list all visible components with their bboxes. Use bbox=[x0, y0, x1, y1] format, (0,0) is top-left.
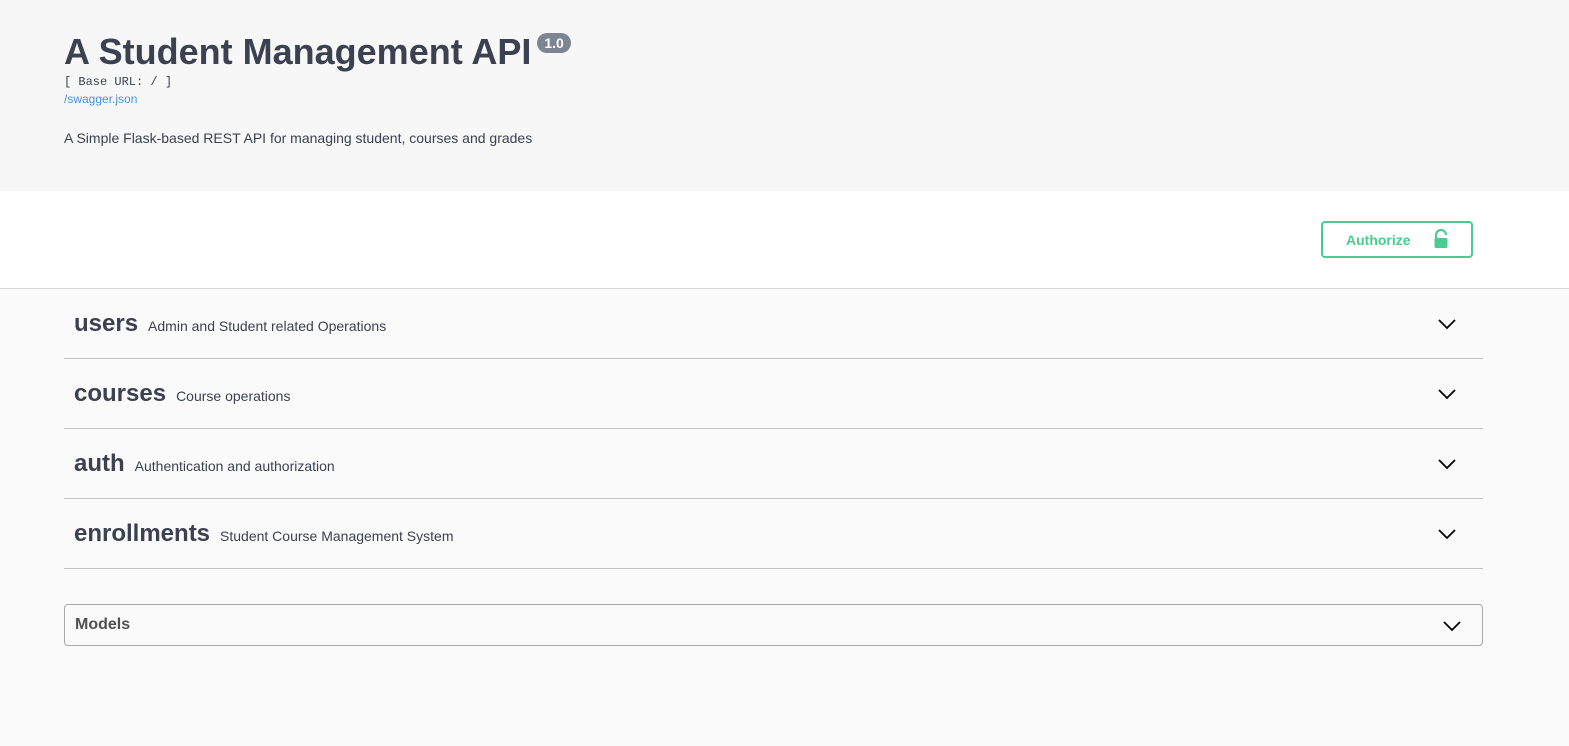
chevron-down-icon[interactable] bbox=[1437, 527, 1457, 541]
tag-description: Authentication and authorization bbox=[134, 457, 335, 474]
tag-description: Course operations bbox=[176, 387, 291, 404]
tag-section-users[interactable]: users Admin and Student related Operatio… bbox=[64, 289, 1483, 359]
authorize-label: Authorize bbox=[1346, 231, 1411, 248]
tag-name: courses bbox=[74, 379, 167, 407]
chevron-down-icon[interactable] bbox=[1437, 387, 1457, 401]
base-url: [ Base URL: / ] bbox=[64, 75, 173, 89]
swagger-json-link[interactable]: /swagger.json bbox=[64, 91, 137, 107]
chevron-down-icon[interactable] bbox=[1437, 317, 1457, 331]
title-row: A Student Management API 1.0 bbox=[64, 32, 1569, 72]
chevron-down-icon[interactable] bbox=[1437, 457, 1457, 471]
chevron-down-icon[interactable] bbox=[1442, 619, 1462, 633]
api-info: A Student Management API 1.0 [ Base URL:… bbox=[0, 0, 1569, 191]
tag-description: Admin and Student related Operations bbox=[148, 317, 387, 334]
authorize-button[interactable]: Authorize bbox=[1321, 221, 1473, 258]
scheme-container: Authorize bbox=[0, 191, 1569, 289]
tag-section-courses[interactable]: courses Course operations bbox=[64, 359, 1483, 429]
tag-list: users Admin and Student related Operatio… bbox=[0, 289, 1569, 569]
tag-section-enrollments[interactable]: enrollments Student Course Management Sy… bbox=[64, 499, 1483, 569]
tag-description: Student Course Management System bbox=[220, 527, 454, 544]
tag-name: auth bbox=[74, 449, 125, 477]
models-section[interactable]: Models bbox=[64, 604, 1483, 646]
page-title: A Student Management API bbox=[64, 31, 532, 72]
api-description: A Simple Flask-based REST API for managi… bbox=[64, 130, 533, 146]
version-badge: 1.0 bbox=[537, 33, 571, 53]
tag-section-auth[interactable]: auth Authentication and authorization bbox=[64, 429, 1483, 499]
models-title: Models bbox=[75, 616, 131, 633]
lock-open-icon bbox=[1434, 229, 1448, 248]
tag-name: users bbox=[74, 309, 139, 337]
tag-name: enrollments bbox=[74, 519, 211, 547]
